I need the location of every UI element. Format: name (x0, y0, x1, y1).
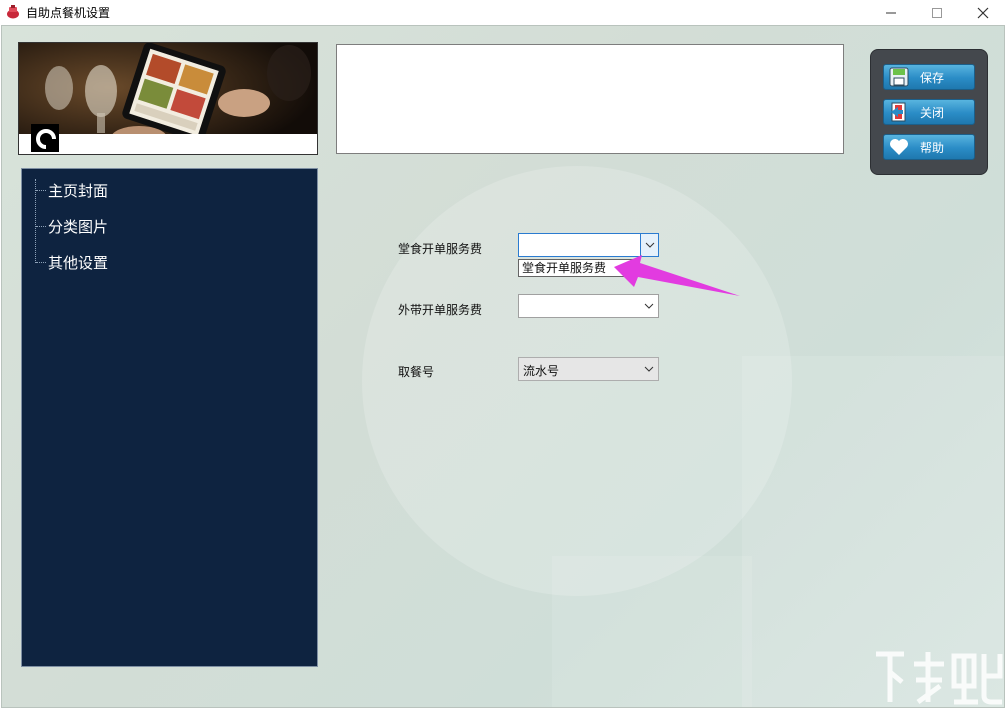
sidebar-item-label: 主页封面 (48, 181, 109, 200)
banner-image (18, 42, 318, 155)
sidebar-item-label: 其他设置 (48, 253, 109, 272)
tree-connector (36, 225, 46, 227)
settings-nav-tree: 主页封面 分类图片 其他设置 (21, 168, 318, 667)
banner-strip (19, 134, 317, 154)
minimize-button[interactable] (868, 0, 914, 25)
sidebar-item-home-cover[interactable]: 主页封面 (36, 179, 108, 201)
close-window-button[interactable] (960, 0, 1006, 25)
watermark-logo-icon (876, 651, 1003, 705)
save-label: 保存 (920, 70, 945, 85)
pickup-number-value: 流水号 (523, 364, 560, 378)
chevron-down-icon[interactable] (640, 358, 658, 380)
tree-connector (36, 261, 46, 263)
save-icon (888, 67, 910, 87)
sidebar-item-other-settings[interactable]: 其他设置 (36, 251, 108, 273)
help-label: 帮助 (920, 140, 945, 155)
background-decoration (362, 166, 792, 596)
title-bar: 自助点餐机设置 (0, 0, 1006, 25)
sidebar-item-category-images[interactable]: 分类图片 (36, 215, 108, 237)
window-title: 自助点餐机设置 (26, 6, 111, 20)
settings-window-body: 主页封面 分类图片 其他设置 保存 关闭 帮助 堂食开单服务费 堂食开单服务费 … (1, 25, 1005, 708)
heart-icon (888, 137, 910, 157)
maximize-button[interactable] (914, 0, 960, 25)
annotation-arrow-icon (614, 255, 740, 296)
info-panel (336, 44, 844, 154)
brand-logo-icon (31, 124, 59, 152)
action-button-panel: 保存 关闭 帮助 (870, 49, 988, 175)
pickup-number-select[interactable]: 流水号 (518, 357, 659, 381)
exit-door-icon (888, 102, 910, 122)
sidebar-item-label: 分类图片 (48, 217, 109, 236)
dine-in-fee-label: 堂食开单服务费 (398, 242, 483, 256)
help-button[interactable]: 帮助 (883, 134, 975, 160)
close-label: 关闭 (920, 105, 945, 120)
pickup-number-label: 取餐号 (398, 365, 435, 379)
close-button[interactable]: 关闭 (883, 99, 975, 125)
app-icon (6, 5, 20, 19)
save-button[interactable]: 保存 (883, 64, 975, 90)
tree-connector (36, 189, 46, 191)
background-decoration (552, 556, 752, 707)
takeout-fee-label: 外带开单服务费 (398, 303, 483, 317)
